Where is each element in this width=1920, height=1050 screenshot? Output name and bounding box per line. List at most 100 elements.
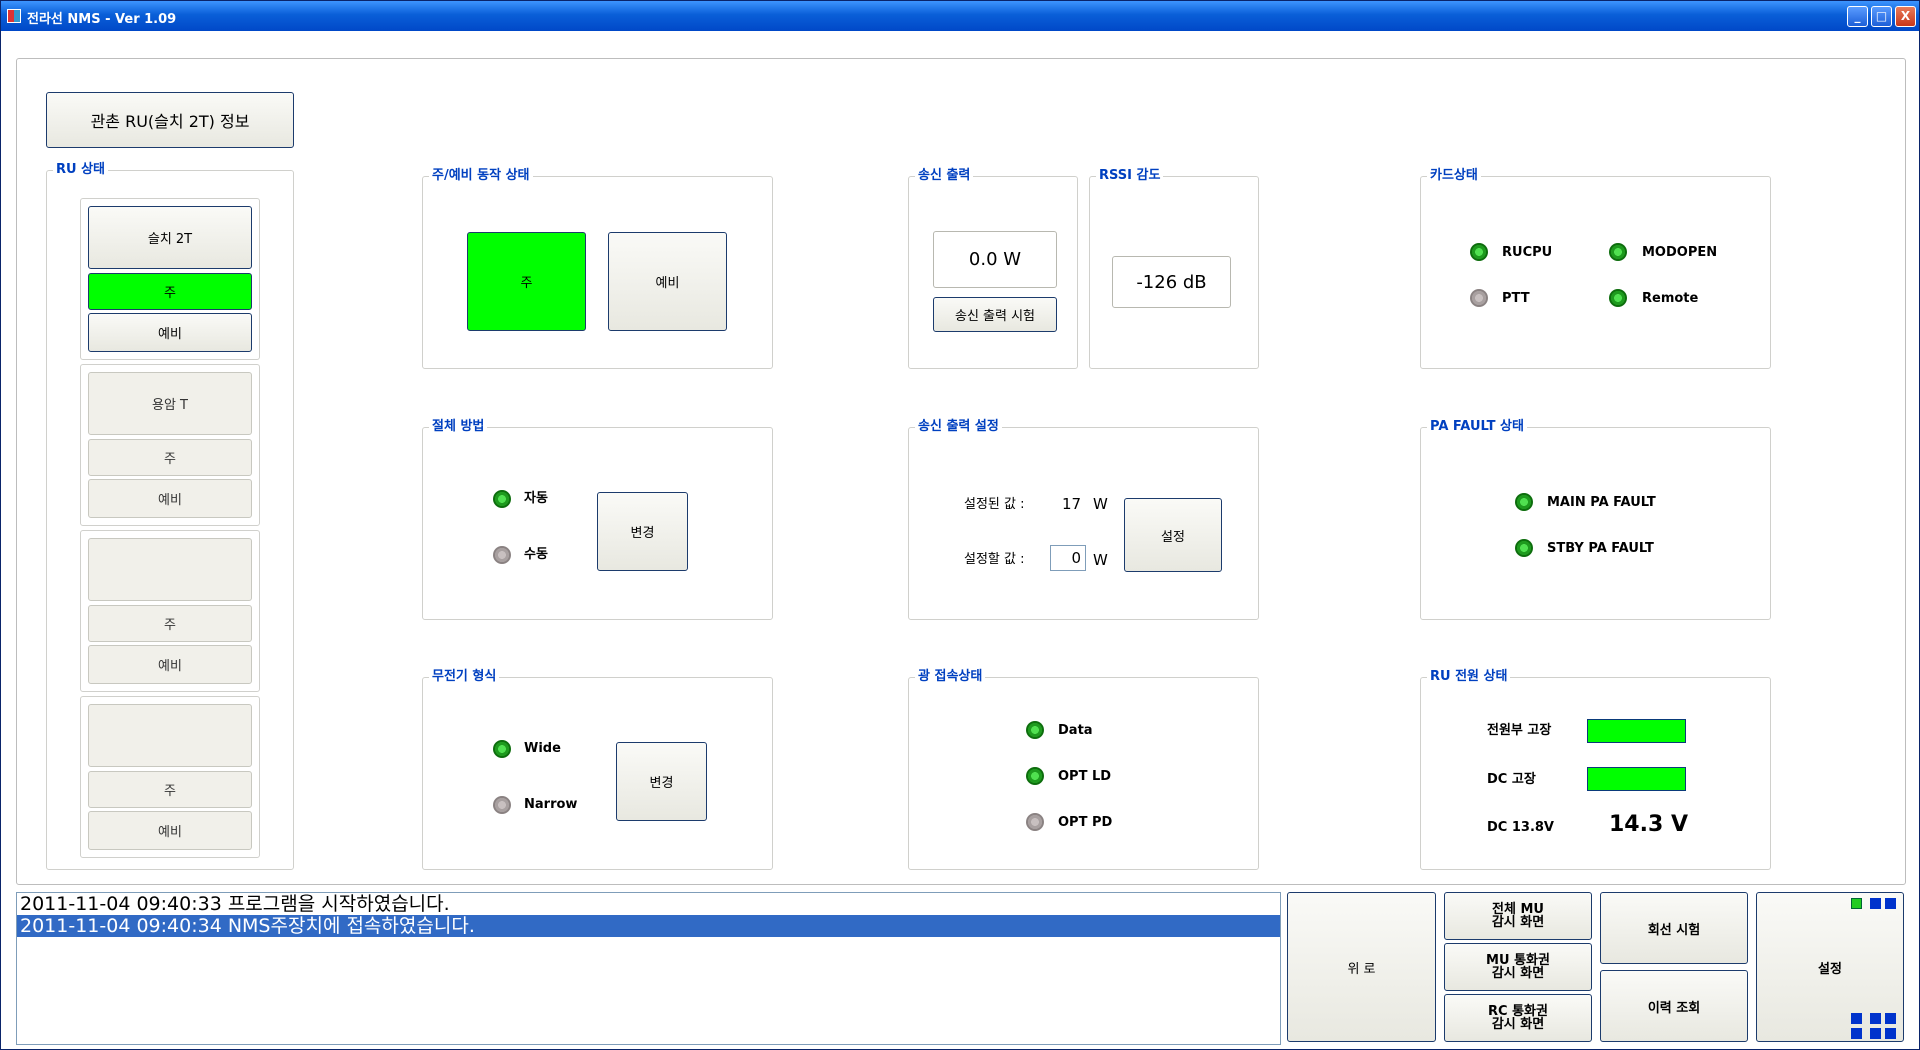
psu-fault-label: 전원부 고장: [1487, 723, 1552, 738]
card-status-group: 카드상태 RUCPU MODOPEN PTT Remote: [1420, 168, 1771, 369]
line-test-button[interactable]: 회선 시험: [1600, 892, 1748, 964]
data-label: Data: [1058, 723, 1093, 738]
opt-pd-label: OPT PD: [1058, 815, 1113, 830]
switch-method-label: 절체 방법: [429, 419, 488, 435]
up-button[interactable]: 위 로: [1287, 892, 1436, 1042]
dc-fault-label: DC 고장: [1487, 772, 1536, 787]
modopen-led-icon: [1609, 243, 1627, 261]
grid-square-icon: [1870, 1013, 1881, 1024]
opt-ld-led-icon: [1026, 767, 1044, 785]
mu-call-monitor-button[interactable]: MU 통화권 감시 화면: [1444, 943, 1592, 991]
ru-unit-2-name-button[interactable]: 용암 T: [88, 372, 252, 435]
tx-output-test-button[interactable]: 송신 출력 시험: [933, 297, 1057, 332]
radio-type-group: 무전기 형식 Wide Narrow 변경: [422, 669, 773, 870]
narrow-radio-label[interactable]: Narrow: [524, 796, 577, 814]
grid-square-icon: [1870, 1028, 1881, 1039]
ru-unit-1-name-button[interactable]: 슬치 2T: [88, 206, 252, 269]
rc-call-monitor-button[interactable]: RC 통화권 감시 화면: [1444, 994, 1592, 1042]
operation-standby-button[interactable]: 예비: [608, 232, 727, 331]
manual-radio-icon[interactable]: [493, 546, 511, 564]
tx-setting-group: 송신 출력 설정 설정된 값 : 17 W 설정할 값 : 0 W 설정: [908, 419, 1259, 620]
narrow-radio-icon[interactable]: [493, 796, 511, 814]
psu-fault-indicator: [1587, 719, 1686, 743]
rucpu-label: RUCPU: [1502, 245, 1553, 260]
ru-power-group: RU 전원 상태 전원부 고장 DC 고장 DC 13.8V 14.3 V: [1420, 669, 1771, 870]
dc-fault-indicator: [1587, 767, 1686, 791]
main-pa-fault-label: MAIN PA FAULT: [1547, 495, 1656, 510]
rssi-value: -126 dB: [1112, 256, 1231, 308]
ru-unit-1-standby-button[interactable]: 예비: [88, 313, 252, 352]
set-value-label: 설정된 값 :: [964, 497, 1025, 512]
ru-info-button[interactable]: 관촌 RU(슬치 2T) 정보: [46, 92, 294, 148]
ru-unit-3-name-button[interactable]: [88, 538, 252, 601]
stby-pa-fault-label: STBY PA FAULT: [1547, 541, 1654, 556]
new-value-label: 설정할 값 :: [964, 552, 1025, 567]
rssi-group: RSSI 감도 -126 dB: [1089, 168, 1259, 369]
grid-square-icon: [1870, 898, 1881, 909]
grid-square-icon: [1885, 1013, 1896, 1024]
ru-status-label: RU 상태: [53, 162, 109, 178]
settings-button[interactable]: 설정: [1756, 892, 1904, 1042]
opt-ld-label: OPT LD: [1058, 769, 1112, 784]
app-window: 전라선 NMS - Ver 1.09 _ □ X 관촌 RU(슬치 2T) 정보…: [0, 0, 1920, 1050]
ru-unit-3-standby-button[interactable]: 예비: [88, 645, 252, 684]
grid-square-icon: [1851, 1013, 1862, 1024]
operation-main-button[interactable]: 주: [467, 232, 586, 331]
wide-radio-icon[interactable]: [493, 740, 511, 758]
status-square-icon: [1851, 898, 1862, 909]
main-pa-fault-led-icon: [1515, 493, 1533, 511]
ptt-led-icon: [1470, 289, 1488, 307]
grid-square-icon: [1885, 898, 1896, 909]
ru-unit-4-name-button[interactable]: [88, 704, 252, 767]
data-led-icon: [1026, 721, 1044, 739]
dc-voltage-label: DC 13.8V: [1487, 820, 1554, 835]
ru-unit-1: 슬치 2T 주 예비: [80, 198, 260, 360]
card-status-label: 카드상태: [1427, 168, 1481, 184]
ru-unit-2: 용암 T 주 예비: [80, 364, 260, 526]
rssi-label: RSSI 감도: [1096, 168, 1164, 184]
radio-type-change-button[interactable]: 변경: [616, 742, 707, 821]
title-bar[interactable]: 전라선 NMS - Ver 1.09 _ □ X: [1, 1, 1919, 31]
remote-led-icon: [1609, 289, 1627, 307]
switch-method-group: 절체 방법 자동 수동 변경: [422, 419, 773, 620]
radio-type-label: 무전기 형식: [429, 669, 500, 685]
close-button[interactable]: X: [1895, 6, 1916, 27]
ru-unit-4-main-button[interactable]: 주: [88, 771, 252, 808]
tx-output-value: 0.0 W: [933, 231, 1057, 288]
app-icon: [7, 9, 21, 23]
maximize-button[interactable]: □: [1871, 6, 1892, 27]
stby-pa-fault-led-icon: [1515, 539, 1533, 557]
manual-radio-label[interactable]: 수동: [524, 546, 548, 564]
dc-voltage-value: 14.3 V: [1609, 812, 1688, 837]
opt-pd-led-icon: [1026, 813, 1044, 831]
ru-unit-3-main-button[interactable]: 주: [88, 605, 252, 642]
history-button[interactable]: 이력 조회: [1600, 970, 1748, 1042]
remote-label: Remote: [1642, 291, 1699, 306]
log-list[interactable]: 2011-11-04 09:40:33 프로그램을 시작하였습니다. 2011-…: [16, 892, 1281, 1045]
all-mu-monitor-button[interactable]: 전체 MU 감시 화면: [1444, 892, 1592, 940]
auto-radio-icon[interactable]: [493, 490, 511, 508]
tx-set-button[interactable]: 설정: [1124, 498, 1222, 572]
optical-group: 광 접속상태 Data OPT LD OPT PD: [908, 669, 1259, 870]
set-value: 17: [1062, 495, 1082, 513]
rucpu-led-icon: [1470, 243, 1488, 261]
wide-radio-label[interactable]: Wide: [524, 740, 561, 758]
new-value-input[interactable]: 0: [1050, 545, 1086, 571]
ru-unit-3: 주 예비: [80, 530, 260, 692]
switch-method-change-button[interactable]: 변경: [597, 492, 688, 571]
minimize-button[interactable]: _: [1847, 6, 1868, 27]
operation-status-group: 주/예비 동작 상태 주 예비: [422, 168, 773, 369]
main-panel: 관촌 RU(슬치 2T) 정보 RU 상태 슬치 2T 주 예비 용암 T 주 …: [16, 58, 1906, 885]
operation-status-label: 주/예비 동작 상태: [429, 168, 533, 184]
set-value-unit: W: [1093, 495, 1108, 513]
ru-unit-1-main-button[interactable]: 주: [88, 273, 252, 310]
log-line-selected[interactable]: 2011-11-04 09:40:34 NMS주장치에 접속하였습니다.: [17, 915, 1280, 937]
ru-unit-2-standby-button[interactable]: 예비: [88, 479, 252, 518]
ru-unit-4-standby-button[interactable]: 예비: [88, 811, 252, 850]
auto-radio-label[interactable]: 자동: [524, 490, 548, 508]
log-line[interactable]: 2011-11-04 09:40:33 프로그램을 시작하였습니다.: [17, 893, 1280, 915]
ptt-label: PTT: [1502, 291, 1530, 306]
ru-unit-2-main-button[interactable]: 주: [88, 439, 252, 476]
ru-power-label: RU 전원 상태: [1427, 669, 1511, 685]
tx-setting-label: 송신 출력 설정: [915, 419, 1002, 435]
